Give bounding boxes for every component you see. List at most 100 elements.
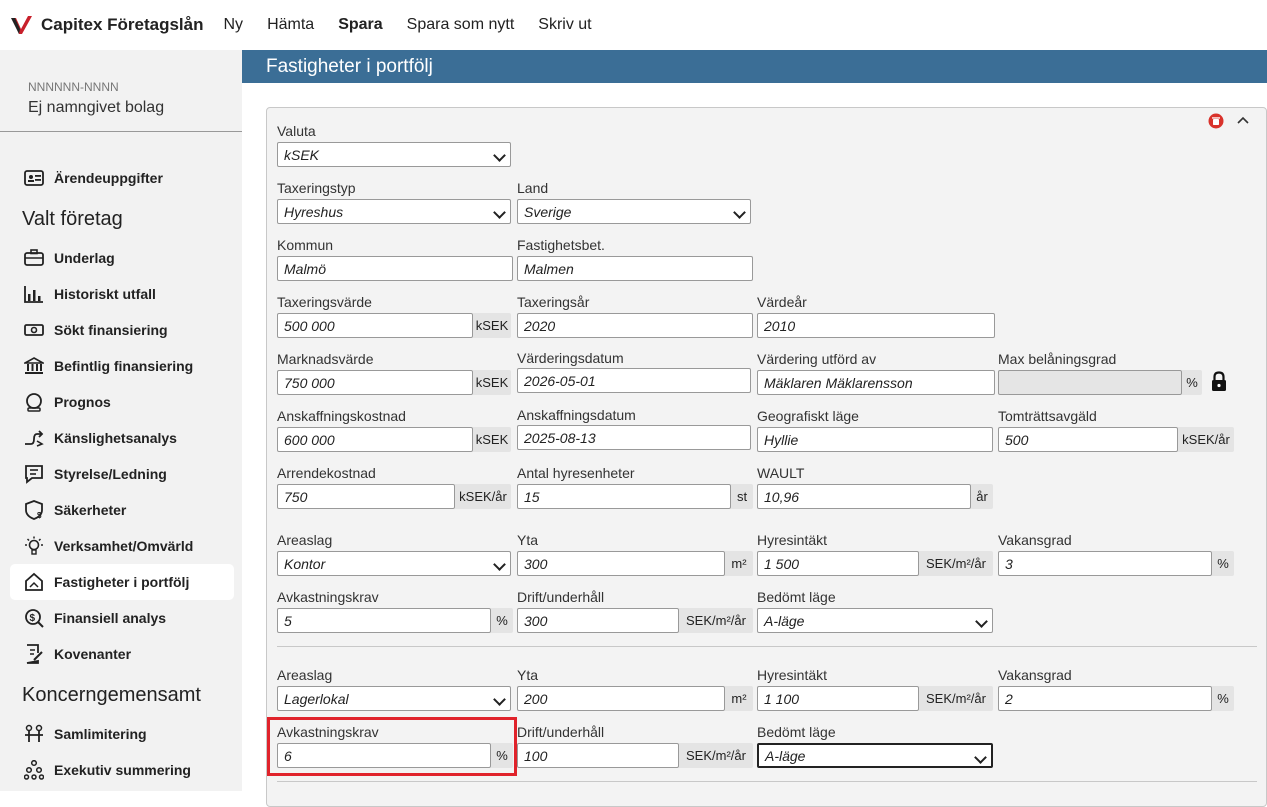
sidebar: NNNNNN-NNNN Ej namngivet bolag Ärendeupp… <box>0 50 242 791</box>
save-button[interactable]: Spara <box>338 16 382 34</box>
tomtrattsavgald-unit: kSEK/år <box>1178 427 1234 452</box>
bedomt-lage-select[interactable]: A-läge <box>757 743 993 768</box>
sidebar-item-label: Säkerheter <box>54 502 127 518</box>
anskaffningskostnad-field[interactable]: 600 000 <box>277 427 473 452</box>
print-button[interactable]: Skriv ut <box>538 16 591 34</box>
collapse-chevron-icon[interactable] <box>1235 113 1251 125</box>
yta-field[interactable]: 300 <box>517 551 725 576</box>
sidebar-item-requested-financing[interactable]: Sökt finansiering <box>10 312 234 348</box>
company-name: Ej namngivet bolag <box>28 99 165 116</box>
area-divider <box>277 781 1257 782</box>
taxeringsvarde-field[interactable]: 500 000 <box>277 313 473 338</box>
yta-label: Yta <box>517 667 539 683</box>
app-logo[interactable]: Capitex Företagslån <box>10 14 204 36</box>
sidebar-item-executive-summary[interactable]: Exekutiv summering <box>10 752 234 788</box>
fastighetsbet-field[interactable]: Malmen <box>517 256 753 281</box>
dollar-search-icon: $ <box>24 608 44 628</box>
varderingsdatum-field[interactable]: 2026-05-01 <box>517 368 751 393</box>
sidebar-item-label: Samlimitering <box>54 726 147 742</box>
marknadsvarde-field[interactable]: 750 000 <box>277 370 473 395</box>
sidebar-item-properties[interactable]: Fastigheter i portfölj <box>10 564 234 600</box>
yta-field[interactable]: 200 <box>517 686 725 711</box>
arrendekostnad-label: Arrendekostnad <box>277 465 376 481</box>
bedomt-lage-label: Bedömt läge <box>757 724 836 740</box>
areaslag-label: Areaslag <box>277 532 333 548</box>
vardear-field[interactable]: 2010 <box>757 313 995 338</box>
max-belaningsgrad-field[interactable] <box>998 370 1182 395</box>
lock-icon[interactable] <box>1210 371 1228 393</box>
kommun-field[interactable]: Malmö <box>277 256 513 281</box>
sidebar-item-board[interactable]: Styrelse/Ledning <box>10 456 234 492</box>
varderingsdatum-label: Värderingsdatum <box>517 350 624 366</box>
sidebar-item-covenants[interactable]: Kovenanter <box>10 636 234 672</box>
briefcase-icon <box>24 248 44 268</box>
valuta-select[interactable]: kSEK <box>277 142 511 167</box>
areaslag-select[interactable]: Lagerlokal <box>277 686 511 711</box>
land-select[interactable]: Sverige <box>517 199 751 224</box>
geografiskt-lage-label: Geografiskt läge <box>757 408 859 424</box>
branch-arrow-icon <box>24 428 44 448</box>
sidebar-item-label: Finansiell analys <box>54 610 167 626</box>
avkastningskrav-unit: % <box>491 608 513 633</box>
marknadsvarde-unit: kSEK <box>473 370 511 395</box>
vakansgrad-unit: % <box>1212 551 1234 576</box>
hyresintakt-unit: SEK/m²/år <box>919 686 993 711</box>
tomtrattsavgald-field[interactable]: 500 <box>998 427 1178 452</box>
vakansgrad-label: Vakansgrad <box>998 532 1072 548</box>
arrendekostnad-field[interactable]: 750 <box>277 484 455 509</box>
hyresintakt-field[interactable]: 1 100 <box>757 686 919 711</box>
sidebar-item-business[interactable]: Verksamhet/Omvärld <box>10 528 234 564</box>
main-content: Fastigheter i portfölj Valuta kSEK Taxer… <box>242 50 1267 807</box>
hyresintakt-label: Hyresintäkt <box>757 667 828 683</box>
max-belaningsgrad-label: Max belåningsgrad <box>998 351 1117 367</box>
sidebar-item-collateral[interactable]: $ Säkerheter <box>10 492 234 528</box>
avkastningskrav-field[interactable]: 5 <box>277 608 491 633</box>
crystal-ball-icon <box>24 392 44 412</box>
sidebar-item-sensitivity[interactable]: Känslighetsanalys <box>10 420 234 456</box>
top-nav: Ny Hämta Spara Spara som nytt Skriv ut <box>224 16 616 34</box>
taxeringstyp-select[interactable]: Hyreshus <box>277 199 511 224</box>
sidebar-item-label: Prognos <box>54 394 111 410</box>
lightbulb-icon <box>24 536 44 556</box>
vakansgrad-field[interactable]: 2 <box>998 686 1212 711</box>
antal-hyresenheter-field[interactable]: 15 <box>517 484 731 509</box>
top-bar: Capitex Företagslån Ny Hämta Spara Spara… <box>0 0 1267 50</box>
new-button[interactable]: Ny <box>224 16 244 34</box>
sidebar-item-historical[interactable]: Historiskt utfall <box>10 276 234 312</box>
hyresintakt-label: Hyresintäkt <box>757 532 828 548</box>
wault-field[interactable]: 10,96 <box>757 484 971 509</box>
vakansgrad-field[interactable]: 3 <box>998 551 1212 576</box>
sidebar-item-label: Underlag <box>54 250 115 266</box>
fetch-button[interactable]: Hämta <box>267 16 314 34</box>
save-as-new-button[interactable]: Spara som nytt <box>407 16 515 34</box>
sidebar-item-label: Historiskt utfall <box>54 286 156 302</box>
sidebar-item-forecast[interactable]: Prognos <box>10 384 234 420</box>
kommun-label: Kommun <box>277 237 334 253</box>
drift-underhall-field[interactable]: 300 <box>517 608 679 633</box>
hyresintakt-field[interactable]: 1 500 <box>757 551 919 576</box>
antal-hyresenheter-unit: st <box>731 484 753 509</box>
section-heading-group: Koncerngemensamt <box>22 684 201 706</box>
delete-icon[interactable] <box>1208 113 1224 129</box>
sidebar-item-financial-analysis[interactable]: $ Finansiell analys <box>10 600 234 636</box>
sidebar-item-case-details[interactable]: Ärendeuppgifter <box>10 160 234 196</box>
sidebar-item-existing-financing[interactable]: Befintlig finansiering <box>10 348 234 384</box>
areaslag-select[interactable]: Kontor <box>277 551 511 576</box>
sidebar-item-underlag[interactable]: Underlag <box>10 240 234 276</box>
bedomt-lage-select[interactable]: A-läge <box>757 608 993 633</box>
areaslag-label: Areaslag <box>277 667 333 683</box>
vardering-utford-av-field[interactable]: Mäklaren Mäklarensson <box>757 370 995 395</box>
sidebar-item-label: Exekutiv summering <box>54 762 191 778</box>
taxeringsar-field[interactable]: 2020 <box>517 313 753 338</box>
geografiskt-lage-field[interactable]: Hyllie <box>757 427 993 452</box>
sidebar-item-co-limits[interactable]: Samlimitering <box>10 716 234 752</box>
sidebar-item-label: Känslighetsanalys <box>54 430 177 446</box>
vardering-utford-av-label: Värdering utförd av <box>757 351 877 367</box>
vakansgrad-label: Vakansgrad <box>998 667 1072 683</box>
capitex-logo-icon <box>11 16 32 34</box>
svg-text:$: $ <box>37 511 42 520</box>
drift-underhall-field[interactable]: 100 <box>517 743 679 768</box>
anskaffningsdatum-field[interactable]: 2025-08-13 <box>517 425 751 450</box>
message-icon <box>24 464 44 484</box>
valuta-label: Valuta <box>277 123 316 139</box>
